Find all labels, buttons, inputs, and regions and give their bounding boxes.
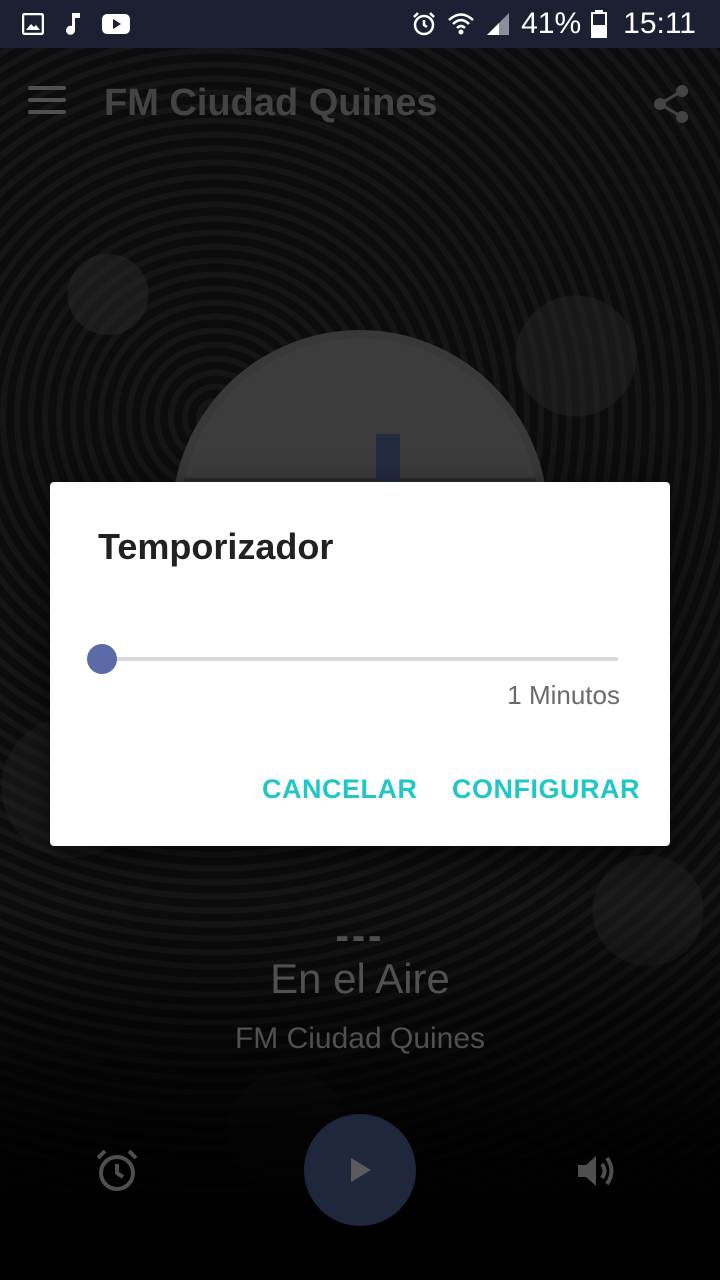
clock: 15:11 bbox=[623, 7, 696, 40]
battery-percent: 41% bbox=[521, 7, 582, 40]
dialog-title: Temporizador bbox=[98, 526, 334, 567]
signal-icon bbox=[487, 13, 510, 35]
status-icons-right: 41% 15:11 bbox=[411, 7, 720, 41]
timer-dialog: Temporizador 1 Minutos CANCELAR CONFIGUR… bbox=[50, 482, 670, 846]
timer-slider-value: 1 Minutos bbox=[507, 680, 620, 710]
timer-slider-thumb[interactable] bbox=[87, 644, 117, 674]
image-icon bbox=[22, 13, 44, 35]
cancel-button[interactable]: CANCELAR bbox=[262, 774, 418, 805]
music-note-icon bbox=[66, 13, 80, 35]
configure-button[interactable]: CONFIGURAR bbox=[452, 774, 640, 805]
wifi-icon bbox=[448, 13, 474, 35]
timer-slider-track[interactable] bbox=[102, 657, 618, 661]
battery-icon bbox=[591, 10, 608, 38]
alarm-icon bbox=[413, 12, 435, 36]
status-bar: 41% 15:11 bbox=[0, 0, 720, 48]
youtube-icon bbox=[102, 14, 130, 34]
status-icons-left bbox=[0, 12, 130, 36]
